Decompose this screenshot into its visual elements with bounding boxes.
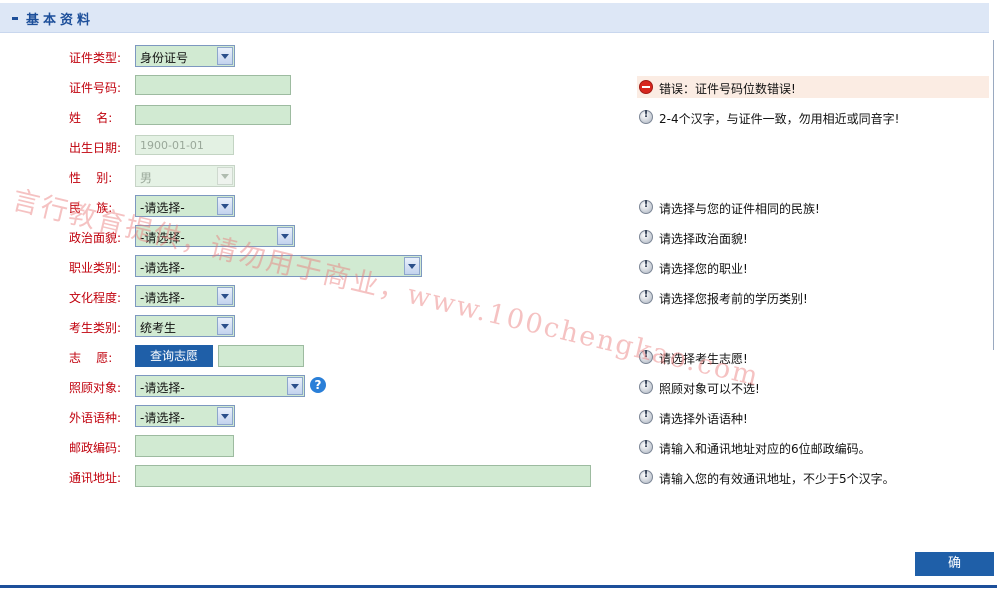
row-id-type: 证件类型: 身份证号	[0, 45, 997, 69]
row-occupation: 职业类别: -请选择- 请选择您的职业!	[0, 255, 997, 279]
row-political: 政治面貌: -请选择- 请选择政治面貌!	[0, 225, 997, 249]
error-icon	[639, 80, 653, 94]
id-number-hint: 错误：证件号码位数错误!	[659, 82, 796, 96]
row-address: 通讯地址: 请输入您的有效通讯地址，不少于5个汉字。	[0, 465, 997, 489]
postcode-hint: 请输入和通讯地址对应的6位邮政编码。	[659, 442, 871, 456]
row-language: 外语语种: -请选择- 请选择外语语种!	[0, 405, 997, 429]
chevron-down-icon[interactable]	[217, 407, 233, 425]
chevron-down-icon	[217, 167, 233, 185]
care-value: -请选择-	[140, 381, 185, 395]
label-language: 外语语种:	[69, 411, 122, 425]
info-icon	[639, 439, 653, 454]
ethnic-hint: 请选择与您的证件相同的民族!	[659, 202, 820, 216]
id-number-input[interactable]	[135, 75, 291, 95]
query-wish-button[interactable]: 查询志愿	[135, 345, 213, 367]
section-header: 基本资料	[0, 3, 989, 33]
label-wish: 志 愿:	[69, 351, 113, 365]
birth-input: 1900-01-01	[135, 135, 234, 155]
address-hint: 请输入您的有效通讯地址，不少于5个汉字。	[659, 472, 895, 486]
postcode-input[interactable]	[135, 435, 234, 457]
row-education: 文化程度: -请选择- 请选择您报考前的学历类别!	[0, 285, 997, 309]
row-care: 照顾对象: -请选择- ? 照顾对象可以不选!	[0, 375, 997, 399]
info-icon	[639, 109, 653, 124]
occupation-hint: 请选择您的职业!	[659, 262, 748, 276]
label-care: 照顾对象:	[69, 381, 122, 395]
id-number-error: 错误：证件号码位数错误!	[637, 76, 989, 98]
info-icon	[639, 289, 653, 304]
row-birth: 出生日期: 1900-01-01	[0, 135, 997, 159]
exam-type-select[interactable]: 统考生	[135, 315, 235, 337]
label-birth: 出生日期:	[69, 141, 122, 155]
label-id-number: 证件号码:	[69, 81, 122, 95]
education-select[interactable]: -请选择-	[135, 285, 235, 307]
chevron-down-icon[interactable]	[404, 257, 420, 275]
info-icon	[639, 409, 653, 424]
info-icon	[639, 199, 653, 214]
chevron-down-icon[interactable]	[217, 197, 233, 215]
label-address: 通讯地址:	[69, 471, 122, 485]
address-input[interactable]	[135, 465, 591, 487]
label-name: 姓 名:	[69, 111, 113, 125]
chevron-down-icon[interactable]	[217, 317, 233, 335]
label-postcode: 邮政编码:	[69, 441, 122, 455]
political-select[interactable]: -请选择-	[135, 225, 295, 247]
bottom-divider	[0, 585, 997, 588]
id-type-value: 身份证号	[140, 51, 189, 65]
row-gender: 性 别: 男	[0, 165, 997, 189]
help-icon[interactable]: ?	[310, 377, 326, 393]
occupation-select[interactable]: -请选择-	[135, 255, 422, 277]
chevron-down-icon[interactable]	[277, 227, 293, 245]
chevron-down-icon[interactable]	[217, 47, 233, 65]
name-input[interactable]	[135, 105, 291, 125]
care-select[interactable]: -请选择-	[135, 375, 305, 397]
row-wish: 志 愿: 查询志愿 请选择考生志愿!	[0, 345, 997, 369]
row-id-number: 证件号码: 错误：证件号码位数错误!	[0, 75, 997, 99]
id-type-select[interactable]: 身份证号	[135, 45, 235, 67]
chevron-down-icon[interactable]	[217, 287, 233, 305]
chevron-down-icon[interactable]	[287, 377, 303, 395]
education-hint: 请选择您报考前的学历类别!	[659, 292, 808, 306]
language-select[interactable]: -请选择-	[135, 405, 235, 427]
gender-select: 男	[135, 165, 235, 187]
info-icon	[639, 259, 653, 274]
label-education: 文化程度:	[69, 291, 122, 305]
label-gender: 性 别:	[69, 171, 113, 185]
info-icon	[639, 349, 653, 364]
confirm-button[interactable]: 确定	[915, 552, 994, 595]
row-ethnic: 民 族: -请选择- 请选择与您的证件相同的民族!	[0, 195, 997, 219]
ethnic-value: -请选择-	[140, 201, 185, 215]
info-icon	[639, 469, 653, 484]
gender-value: 男	[140, 171, 153, 185]
label-ethnic: 民 族:	[69, 201, 113, 215]
wish-input[interactable]	[218, 345, 304, 367]
label-occupation: 职业类别:	[69, 261, 122, 275]
education-value: -请选择-	[140, 291, 185, 305]
label-exam-type: 考生类别:	[69, 321, 122, 335]
label-id-type: 证件类型:	[69, 51, 122, 65]
info-icon	[639, 229, 653, 244]
occupation-value: -请选择-	[140, 261, 185, 275]
care-hint: 照顾对象可以不选!	[659, 382, 760, 396]
row-name: 姓 名: 2-4个汉字，与证件一致，勿用相近或同音字!	[0, 105, 997, 129]
language-hint: 请选择外语语种!	[659, 412, 748, 426]
label-political: 政治面貌:	[69, 231, 122, 245]
info-icon	[639, 379, 653, 394]
language-value: -请选择-	[140, 411, 185, 425]
row-postcode: 邮政编码: 请输入和通讯地址对应的6位邮政编码。	[0, 435, 997, 459]
name-hint: 2-4个汉字，与证件一致，勿用相近或同音字!	[659, 112, 900, 126]
ethnic-select[interactable]: -请选择-	[135, 195, 235, 217]
section-title: 基本资料	[26, 13, 95, 28]
political-value: -请选择-	[140, 231, 185, 245]
row-exam-type: 考生类别: 统考生	[0, 315, 997, 339]
wish-hint: 请选择考生志愿!	[659, 352, 748, 366]
exam-type-value: 统考生	[140, 321, 177, 335]
header-dash-icon	[12, 17, 18, 20]
political-hint: 请选择政治面貌!	[659, 232, 748, 246]
